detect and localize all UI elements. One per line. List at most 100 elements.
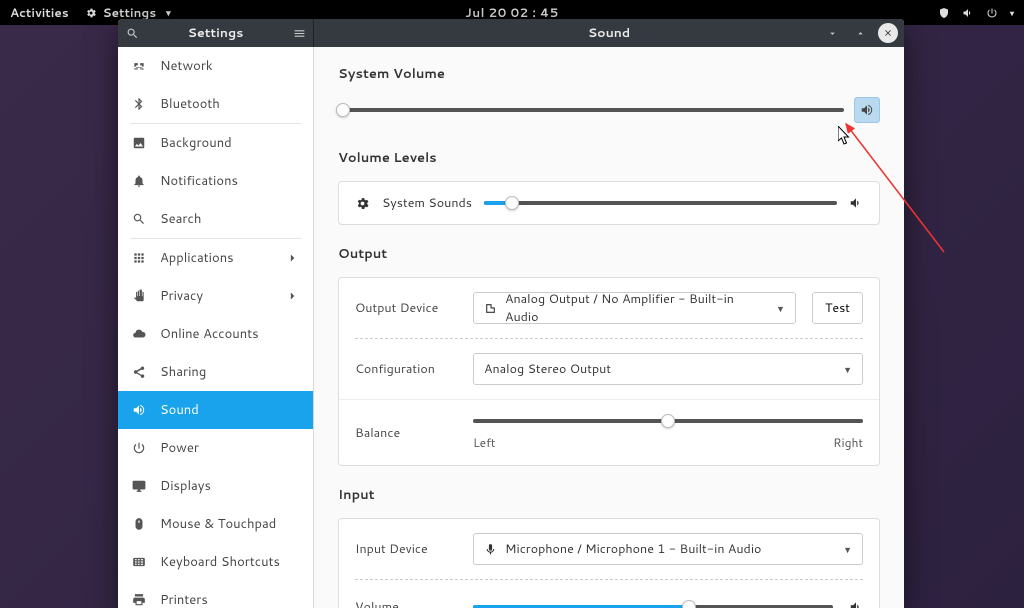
speaker-icon xyxy=(132,403,146,417)
sidebar-item-label: Background xyxy=(160,134,232,152)
monitor-icon xyxy=(132,479,146,493)
card-icon xyxy=(484,302,497,315)
caret-down-icon: ▼ xyxy=(776,302,785,315)
sidebar-item-label: Search xyxy=(160,210,201,228)
cursor-icon xyxy=(838,126,852,146)
sidebar-item-label: Sound xyxy=(160,401,199,419)
sidebar-item-keyboard[interactable]: Keyboard Shortcuts xyxy=(118,543,313,581)
caret-down-icon: ▼ xyxy=(843,543,852,556)
shield-icon xyxy=(938,7,950,19)
sidebar-item-label: Network xyxy=(160,57,213,75)
sidebar-item-label: Notifications xyxy=(160,172,238,190)
sidebar-item-network[interactable]: Network xyxy=(118,47,313,85)
microphone-icon xyxy=(484,543,497,556)
network-icon xyxy=(132,59,146,73)
hamburger-button[interactable] xyxy=(285,19,313,47)
search-icon xyxy=(132,212,146,226)
sidebar-item-notifications[interactable]: Notifications xyxy=(118,162,313,200)
bluetooth-icon xyxy=(132,97,146,111)
go-up-button[interactable] xyxy=(846,19,874,47)
mouse-icon xyxy=(132,517,146,531)
input-heading: Input xyxy=(338,486,880,504)
search-icon xyxy=(126,27,139,40)
sidebar-item-sound[interactable]: Sound xyxy=(118,391,313,429)
configuration-select[interactable]: Analog Stereo Output ▼ xyxy=(473,353,863,385)
output-device-select[interactable]: Analog Output / No Amplifier - Built-in … xyxy=(473,292,796,324)
sidebar-item-privacy[interactable]: Privacy xyxy=(118,277,313,315)
overamplify-button[interactable] xyxy=(854,97,880,123)
output-box: Output Device Analog Output / No Amplifi… xyxy=(338,277,880,466)
chevron-right-icon xyxy=(285,251,299,265)
sidebar-item-label: Sharing xyxy=(160,363,206,381)
output-device-label: Output Device xyxy=(355,299,457,317)
input-volume-slider[interactable] xyxy=(473,600,833,608)
gear-icon xyxy=(355,196,370,211)
input-device-select[interactable]: Microphone / Microphone 1 - Built-in Aud… xyxy=(473,533,863,565)
system-volume-heading: System Volume xyxy=(338,65,880,83)
hamburger-icon xyxy=(293,27,306,40)
system-sounds-slider[interactable] xyxy=(484,196,837,210)
caret-down-icon: ▼ xyxy=(843,363,852,376)
activities-button[interactable]: Activities xyxy=(10,4,69,21)
bell-icon xyxy=(132,174,146,188)
chevron-up-icon xyxy=(855,28,866,39)
speaker-high-icon xyxy=(860,103,874,117)
sound-panel: System Volume Volume Levels System Sound… xyxy=(314,47,904,608)
sidebar-item-printers[interactable]: Printers xyxy=(118,581,313,608)
gear-icon xyxy=(85,7,97,19)
system-tray[interactable]: ▾ xyxy=(938,7,1014,19)
balance-right-label: Right xyxy=(833,434,863,451)
balance-slider[interactable] xyxy=(473,414,863,428)
chevron-down-icon xyxy=(827,28,838,39)
balance-left-label: Left xyxy=(473,434,495,451)
sidebar-item-background[interactable]: Background xyxy=(118,124,313,162)
test-button[interactable]: Test xyxy=(812,292,863,324)
sidebar-item-mouse[interactable]: Mouse & Touchpad xyxy=(118,505,313,543)
chevron-right-icon xyxy=(285,289,299,303)
sidebar-item-sharing[interactable]: Sharing xyxy=(118,353,313,391)
keyboard-icon xyxy=(132,555,146,569)
picture-icon xyxy=(132,136,146,150)
sidebar-item-label: Privacy xyxy=(160,287,203,305)
sidebar-item-label: Power xyxy=(160,439,199,457)
volume-icon xyxy=(962,7,974,19)
sidebar-item-label: Keyboard Shortcuts xyxy=(160,553,280,571)
cloud-icon xyxy=(132,327,146,341)
sidebar-item-applications[interactable]: Applications xyxy=(118,239,313,277)
close-button[interactable] xyxy=(878,23,898,43)
close-icon xyxy=(883,28,893,38)
input-box: Input Device Microphone / Microphone 1 -… xyxy=(338,518,880,608)
sidebar-item-label: Displays xyxy=(160,477,211,495)
sidebar-item-label: Mouse & Touchpad xyxy=(160,515,276,533)
sidebar-item-power[interactable]: Power xyxy=(118,429,313,467)
search-button[interactable] xyxy=(118,19,146,47)
system-volume-slider[interactable] xyxy=(338,103,844,117)
panel-title: Sound xyxy=(314,24,904,42)
sidebar-item-label: Bluetooth xyxy=(160,95,220,113)
go-down-button[interactable] xyxy=(818,19,846,47)
share-icon xyxy=(132,365,146,379)
sidebar-item-label: Applications xyxy=(160,249,234,267)
volume-levels-heading: Volume Levels xyxy=(338,149,880,167)
sidebar[interactable]: Network Bluetooth Background Notificatio… xyxy=(118,47,314,608)
printer-icon xyxy=(132,593,146,607)
volume-levels-box: System Sounds xyxy=(338,181,880,225)
configuration-label: Configuration xyxy=(355,360,457,378)
sidebar-item-search[interactable]: Search xyxy=(118,200,313,238)
input-volume-label: Volume xyxy=(355,598,457,608)
sidebar-item-online-accounts[interactable]: Online Accounts xyxy=(118,315,313,353)
settings-window: Settings Sound Network Bluetooth Backgro… xyxy=(118,19,904,608)
system-sounds-label: System Sounds xyxy=(382,194,472,212)
output-heading: Output xyxy=(338,245,880,263)
hand-icon xyxy=(132,289,146,303)
sidebar-item-label: Online Accounts xyxy=(160,325,259,343)
speaker-icon[interactable] xyxy=(849,196,863,210)
grid-icon xyxy=(132,251,146,265)
sidebar-item-bluetooth[interactable]: Bluetooth xyxy=(118,85,313,123)
headerbar: Settings Sound xyxy=(118,19,904,47)
input-device-label: Input Device xyxy=(355,540,457,558)
power-icon xyxy=(132,441,146,455)
speaker-icon[interactable] xyxy=(849,600,863,608)
power-icon xyxy=(986,7,998,19)
sidebar-item-displays[interactable]: Displays xyxy=(118,467,313,505)
